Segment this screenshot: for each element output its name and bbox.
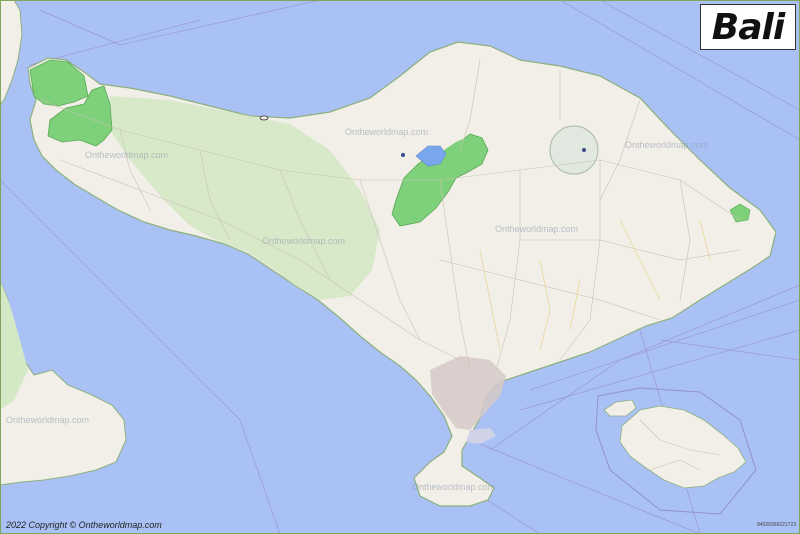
map-id: 84026959221723 (757, 522, 796, 528)
watermark-6: Ontheworldmap.com (6, 415, 89, 425)
watermark-1: Ontheworldmap.com (85, 150, 168, 160)
map-canvas[interactable]: Ontheworldmap.com Ontheworldmap.com Onth… (0, 0, 800, 534)
watermark-4: Ontheworldmap.com (495, 224, 578, 234)
map-title-box: Bali (700, 4, 796, 50)
watermark-3: Ontheworldmap.com (625, 140, 708, 150)
watermark-2: Ontheworldmap.com (345, 127, 428, 137)
mount-agung[interactable] (549, 125, 599, 175)
copyright-text: 2022 Copyright © Ontheworldmap.com (6, 520, 162, 530)
lake-marker (401, 153, 405, 157)
menjangan-island (259, 115, 269, 121)
watermark-5: Ontheworldmap.com (262, 236, 345, 246)
map-title: Bali (711, 6, 785, 48)
watermark-7: Ontheworldmap.com (412, 482, 495, 492)
mount-agung-peak (582, 148, 586, 152)
